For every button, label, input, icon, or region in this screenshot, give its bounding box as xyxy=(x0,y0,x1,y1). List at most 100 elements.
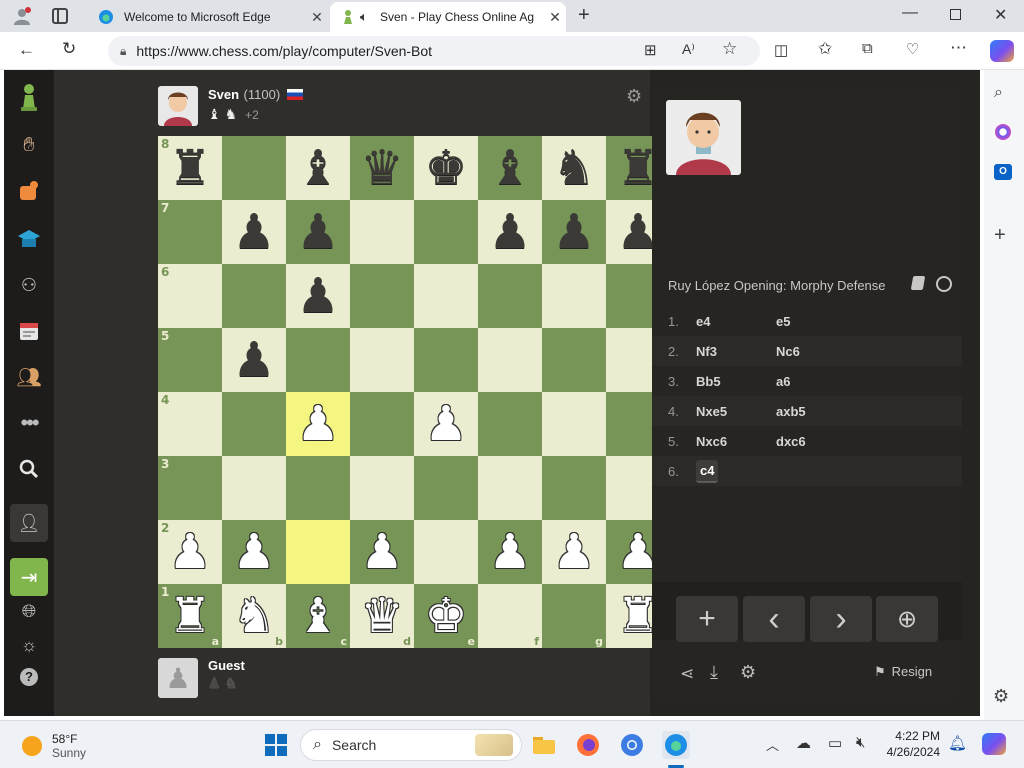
firefox-icon[interactable] xyxy=(574,731,602,759)
square-a8[interactable]: 8 ♜ xyxy=(158,136,222,200)
language-icon[interactable]: 🌐︎ xyxy=(14,596,44,626)
black-move[interactable]: a6 xyxy=(776,374,856,389)
square-c4[interactable]: ♟ xyxy=(286,392,350,456)
white-move[interactable]: Nf3 xyxy=(696,344,776,359)
puzzles-icon[interactable] xyxy=(14,176,44,206)
black-rook-piece[interactable]: ♜ xyxy=(168,144,211,192)
black-move[interactable]: e5 xyxy=(776,314,856,329)
volume-muted-icon[interactable]: 🔇︎ xyxy=(856,734,865,751)
square-f8[interactable]: ♝ xyxy=(478,136,542,200)
square-a3[interactable]: 3 xyxy=(158,456,222,520)
square-e1[interactable]: e ♚ xyxy=(414,584,478,648)
white-pawn-piece[interactable]: ♟ xyxy=(296,400,339,448)
board-settings-icon[interactable]: ⚙︎ xyxy=(626,86,642,107)
square-c1[interactable]: c ♝ xyxy=(286,584,350,648)
settings-icon[interactable]: ⚙︎ xyxy=(740,662,756,683)
notification-bell-icon[interactable]: 🔔︎ xyxy=(948,734,967,752)
white-knight-piece[interactable]: ♞ xyxy=(232,592,275,640)
close-window-button[interactable]: ✕ xyxy=(994,5,1007,25)
more-icon[interactable]: ••• xyxy=(14,408,44,438)
square-b4[interactable] xyxy=(222,392,286,456)
square-c2[interactable] xyxy=(286,520,350,584)
square-e8[interactable]: ♚ xyxy=(414,136,478,200)
tab-welcome[interactable]: Welcome to Microsoft Edge ✕ xyxy=(88,2,328,32)
chevron-up-icon[interactable]: ︿ xyxy=(766,735,779,754)
square-c7[interactable]: ♟ xyxy=(286,200,350,264)
square-a1[interactable]: 1 a ♜ xyxy=(158,584,222,648)
split-screen-icon[interactable]: ◫ xyxy=(774,41,788,59)
square-g4[interactable] xyxy=(542,392,606,456)
favorite-star-icon[interactable]: ☆ xyxy=(722,39,737,59)
black-knight-piece[interactable]: ♞ xyxy=(552,144,595,192)
current-move[interactable]: c4 xyxy=(696,459,719,483)
white-pawn-piece[interactable]: ♟ xyxy=(552,528,595,576)
edge-taskbar-icon[interactable] xyxy=(662,731,690,759)
file-explorer-icon[interactable] xyxy=(530,731,558,759)
square-e7[interactable] xyxy=(414,200,478,264)
square-d6[interactable] xyxy=(350,264,414,328)
black-bishop-piece[interactable]: ♝ xyxy=(296,144,339,192)
new-game-button[interactable]: + xyxy=(676,596,738,642)
square-g8[interactable]: ♞ xyxy=(542,136,606,200)
white-move[interactable]: Nxe5 xyxy=(696,404,776,419)
opening-name[interactable]: Ruy López Opening: Morphy Defense xyxy=(668,278,886,293)
tab-actions-icon[interactable] xyxy=(52,8,68,24)
square-a5[interactable]: 5 xyxy=(158,328,222,392)
resign-button[interactable]: ⚑ Resign xyxy=(874,664,932,680)
black-move[interactable]: Nc6 xyxy=(776,344,856,359)
square-d8[interactable]: ♛ xyxy=(350,136,414,200)
white-pawn-piece[interactable]: ♟ xyxy=(488,528,531,576)
learn-icon[interactable] xyxy=(14,224,44,254)
square-a6[interactable]: 6 xyxy=(158,264,222,328)
profile-icon[interactable] xyxy=(12,6,32,26)
download-icon[interactable]: ⤓ xyxy=(710,662,718,683)
square-d3[interactable] xyxy=(350,456,414,520)
minimize-button[interactable]: — xyxy=(902,4,918,22)
bot-avatar[interactable] xyxy=(666,100,741,175)
black-pawn-piece[interactable]: ♟ xyxy=(296,208,339,256)
collections-icon[interactable]: ⧉ xyxy=(862,40,873,57)
search-icon[interactable]: ⌕ xyxy=(994,84,1003,102)
white-pawn-piece[interactable]: ♟ xyxy=(360,528,403,576)
square-c6[interactable]: ♟ xyxy=(286,264,350,328)
address-input[interactable]: 🔒︎ https://www.chess.com/play/computer/S… xyxy=(108,36,760,66)
share-icon[interactable]: ⋖ xyxy=(680,664,694,684)
speaker-icon[interactable]: 🔈︎ xyxy=(360,9,380,25)
new-tab-button[interactable]: + xyxy=(578,4,590,27)
square-b5[interactable]: ♟ xyxy=(222,328,286,392)
white-move[interactable]: Nxc6 xyxy=(696,434,776,449)
watch-icon[interactable]: ⚇ xyxy=(14,270,44,300)
square-g3[interactable] xyxy=(542,456,606,520)
player-name[interactable]: Sven xyxy=(208,87,239,102)
square-c5[interactable] xyxy=(286,328,350,392)
white-move[interactable]: e4 xyxy=(696,314,776,329)
white-queen-piece[interactable]: ♛ xyxy=(360,592,403,640)
outlook-icon[interactable]: O xyxy=(994,164,1012,180)
square-e4[interactable]: ♟ xyxy=(414,392,478,456)
network-off-icon[interactable]: ☁︎ xyxy=(796,734,811,752)
avatar[interactable]: ♟ xyxy=(158,658,198,698)
close-icon[interactable]: ✕ xyxy=(306,9,328,26)
read-aloud-icon[interactable]: A⁾ xyxy=(682,41,695,58)
clock[interactable]: 4:22 PM 4/26/2024 xyxy=(880,729,940,759)
chess-board[interactable]: 8 ♜ ♝ ♛ ♚ ♝ ♞ ♜ 7 ♟ ♟ ♟ ♟ ♟ 6 ♟ 5 ♟ 4 ♟ ♟ 3 2 ♟ ♟ ♟ ♟ ♟ ♟ 1 a ♜ b ♞ c ♝ d ♛ e ♚… xyxy=(158,136,670,648)
signup-icon[interactable]: 👤︎ xyxy=(10,504,48,542)
black-pawn-piece[interactable]: ♟ xyxy=(488,208,531,256)
square-e2[interactable] xyxy=(414,520,478,584)
square-c8[interactable]: ♝ xyxy=(286,136,350,200)
square-b7[interactable]: ♟ xyxy=(222,200,286,264)
tab-chess[interactable]: 🔈︎ Sven - Play Chess Online Ag ✕ xyxy=(330,2,566,32)
square-e5[interactable] xyxy=(414,328,478,392)
square-g2[interactable]: ♟ xyxy=(542,520,606,584)
square-b1[interactable]: b ♞ xyxy=(222,584,286,648)
square-g5[interactable] xyxy=(542,328,606,392)
square-f6[interactable] xyxy=(478,264,542,328)
square-d5[interactable] xyxy=(350,328,414,392)
black-pawn-piece[interactable]: ♟ xyxy=(232,336,275,384)
square-f4[interactable] xyxy=(478,392,542,456)
more-menu-icon[interactable]: ⋯ xyxy=(950,38,967,58)
black-pawn-piece[interactable]: ♟ xyxy=(296,272,339,320)
refresh-icon[interactable]: ↻ xyxy=(62,39,76,59)
performance-icon[interactable]: ♡ xyxy=(906,40,919,58)
white-pawn-piece[interactable]: ♟ xyxy=(232,528,275,576)
